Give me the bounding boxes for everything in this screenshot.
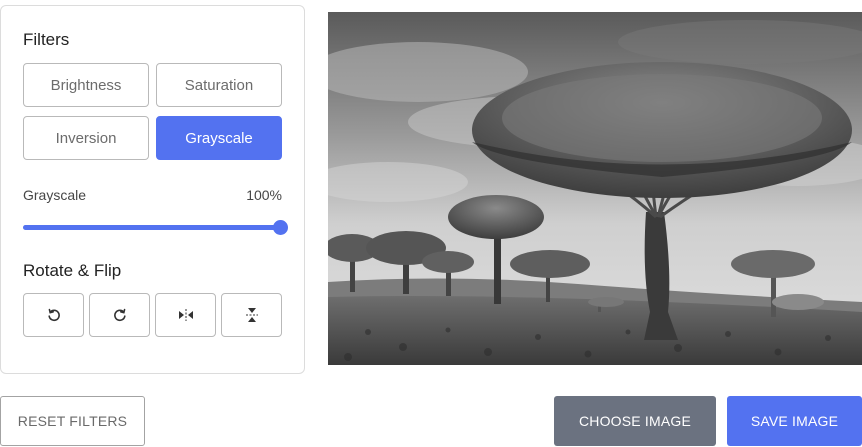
image-preview bbox=[328, 12, 862, 365]
reset-filters-button[interactable]: RESET FILTERS bbox=[0, 396, 145, 446]
filter-slider[interactable] bbox=[23, 220, 288, 235]
slider-value: 100% bbox=[246, 187, 282, 203]
flip-vertical-icon bbox=[245, 307, 259, 323]
preview-image bbox=[328, 12, 862, 365]
flip-vertical-button[interactable] bbox=[221, 293, 282, 337]
grayscale-filter-button[interactable]: Grayscale bbox=[156, 116, 282, 160]
slider-thumb[interactable] bbox=[273, 220, 288, 235]
choose-image-button[interactable]: CHOOSE IMAGE bbox=[554, 396, 716, 446]
flip-horizontal-icon bbox=[178, 308, 194, 322]
brightness-filter-button[interactable]: Brightness bbox=[23, 63, 149, 107]
flip-horizontal-button[interactable] bbox=[155, 293, 216, 337]
slider-fill bbox=[23, 225, 281, 230]
filters-title: Filters bbox=[23, 30, 70, 49]
rotate-flip-title: Rotate & Flip bbox=[23, 261, 122, 280]
save-image-button[interactable]: SAVE IMAGE bbox=[727, 396, 862, 446]
rotate-right-button[interactable] bbox=[89, 293, 150, 337]
editor-panel: Filters Brightness Saturation Inversion … bbox=[0, 5, 305, 374]
slider-label: Grayscale bbox=[23, 187, 87, 203]
rotate-left-icon bbox=[47, 308, 61, 322]
saturation-filter-button[interactable]: Saturation bbox=[156, 63, 282, 107]
inversion-filter-button[interactable]: Inversion bbox=[23, 116, 149, 160]
rotate-right-icon bbox=[113, 308, 127, 322]
rotate-left-button[interactable] bbox=[23, 293, 84, 337]
